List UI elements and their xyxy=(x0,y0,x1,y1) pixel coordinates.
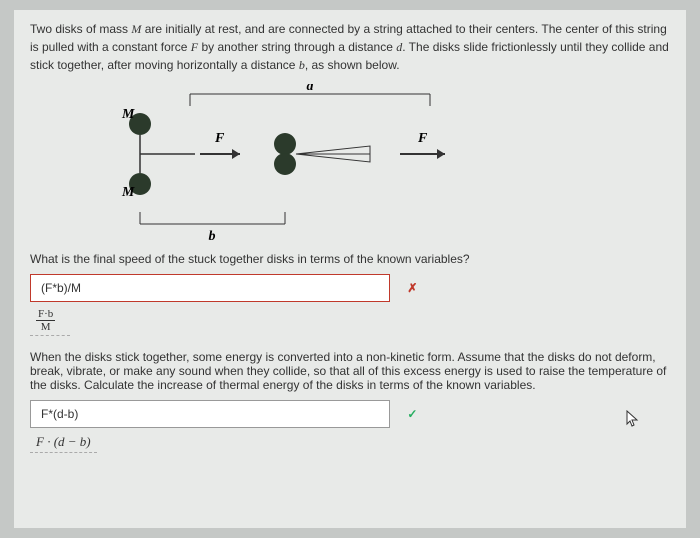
label-F2: F xyxy=(417,131,428,146)
answer-input-2[interactable]: F*(d-b) xyxy=(30,400,390,428)
label-M2: M xyxy=(121,185,135,200)
question-2: When the disks stick together, some ener… xyxy=(30,350,670,392)
text: Two disks of mass xyxy=(30,22,131,36)
rendered-answer-2: F · (d − b) xyxy=(30,432,97,453)
answer-block-1: (F*b)/M ✗ F·b M xyxy=(30,274,670,336)
frac-num: F·b xyxy=(36,308,55,321)
physics-diagram: d b M M F F xyxy=(100,84,500,244)
correct-mark-icon: ✓ xyxy=(407,407,417,421)
frac-den: M xyxy=(36,321,55,333)
label-F1: F xyxy=(214,131,225,146)
wrong-mark-icon: ✗ xyxy=(407,281,417,295)
var-F: F xyxy=(191,40,198,54)
var-M: M xyxy=(131,22,141,36)
text: , as shown below. xyxy=(305,58,400,72)
label-M1: M xyxy=(121,107,135,122)
cursor-icon xyxy=(626,410,640,428)
answer-input-1[interactable]: (F*b)/M xyxy=(30,274,390,302)
question-1: What is the final speed of the stuck tog… xyxy=(30,252,670,266)
label-b: b xyxy=(209,229,216,244)
label-d: d xyxy=(307,84,315,94)
problem-panel: Two disks of mass M are initially at res… xyxy=(14,10,686,528)
rendered-answer-1: F·b M xyxy=(30,306,70,336)
problem-statement: Two disks of mass M are initially at res… xyxy=(30,20,670,74)
text: by another string through a distance xyxy=(198,40,396,54)
answer-block-2: F*(d-b) ✓ F · (d − b) xyxy=(30,400,670,453)
